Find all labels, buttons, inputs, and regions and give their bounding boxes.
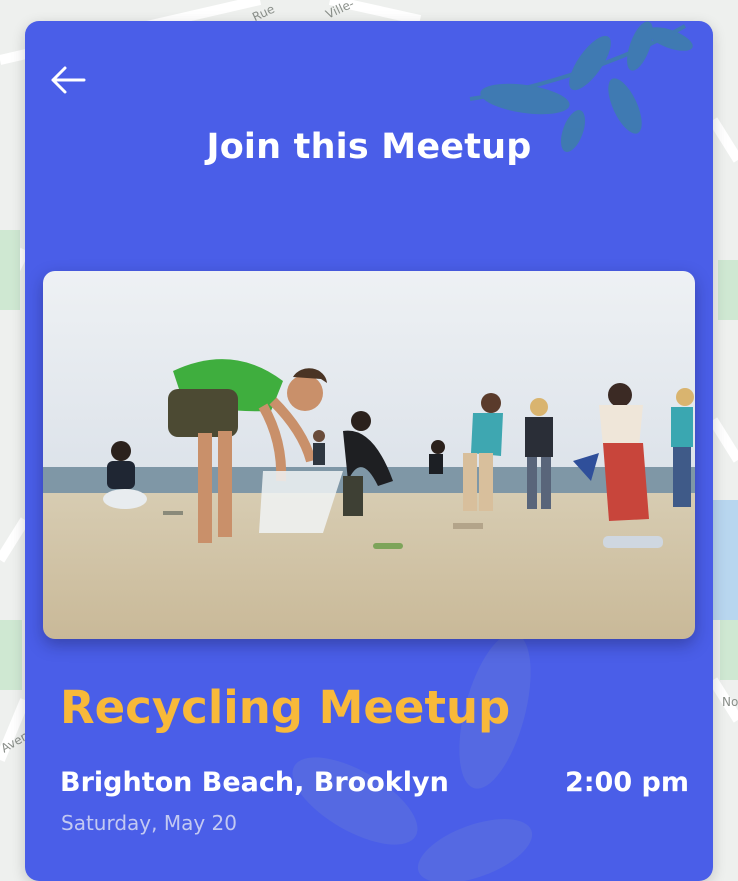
page-title: Join this Meetup [206, 127, 532, 167]
event-photo [43, 271, 695, 639]
beach-cleanup-photo [43, 271, 695, 639]
leaf-decoration-icon [292, 633, 533, 881]
event-name: Recycling Meetup [60, 681, 511, 734]
street-label: No [722, 695, 738, 709]
meetup-card: Join this Meetup Recycling Meetup Bright… [25, 21, 713, 881]
back-button[interactable] [47, 61, 89, 99]
event-date: Saturday, May 20 [61, 811, 237, 835]
event-location: Brighton Beach, Brooklyn [60, 767, 449, 798]
arrow-left-icon [51, 66, 86, 94]
event-time: 2:00 pm [564, 767, 689, 798]
